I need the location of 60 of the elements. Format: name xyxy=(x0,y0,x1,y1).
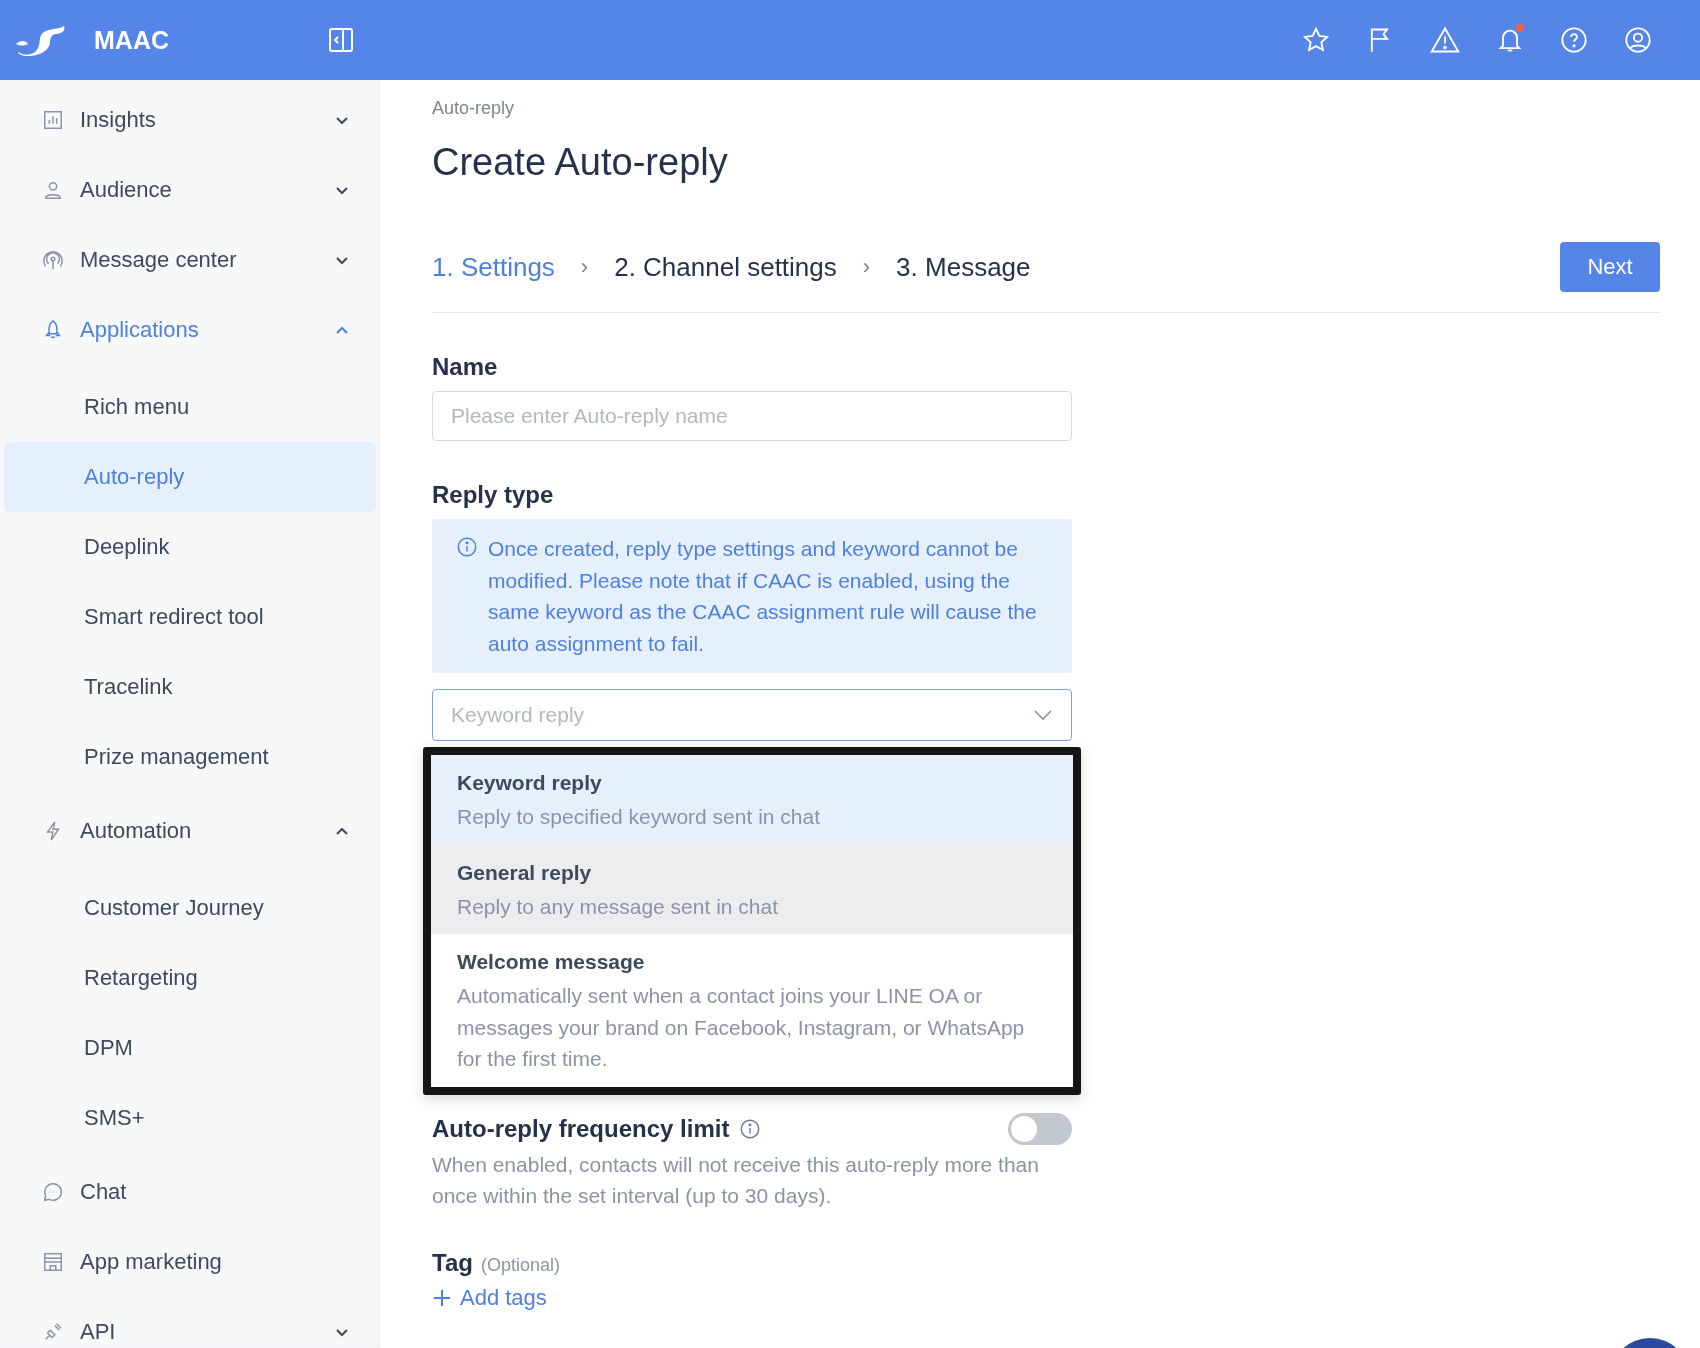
sidebar-item[interactable]: Message center xyxy=(0,225,380,295)
sidebar-subitem[interactable]: Deeplink xyxy=(4,512,376,582)
collapse-sidebar-icon[interactable] xyxy=(328,27,354,53)
optional-hint: (Optional) xyxy=(480,1254,560,1276)
add-tags-link[interactable]: Add tags xyxy=(432,1284,547,1311)
option-title: Welcome message xyxy=(457,950,646,974)
name-input-field[interactable]: Please enter Auto-reply name xyxy=(432,391,1072,441)
sidebar-subitem[interactable]: DPM xyxy=(4,1013,376,1083)
option-description: Reply to any message sent in chat xyxy=(457,893,779,920)
step-tab[interactable]: 1. Settings xyxy=(432,251,555,283)
dropdown-option[interactable]: Keyword reply Reply to specified keyword sent in chat xyxy=(431,755,1073,845)
help-text: When enabled, contacts will not receive this auto-reply more than once within the set interval (up to 30 days). xyxy=(432,1151,1040,1209)
breadcrumb[interactable]: Auto-reply xyxy=(432,98,1660,119)
sidebar-item[interactable]: Applications xyxy=(0,295,380,365)
step-tab[interactable]: 2. Channel settings xyxy=(614,251,837,283)
info-icon xyxy=(456,536,478,558)
sidebar-subitem[interactable]: Tracelink xyxy=(4,652,376,722)
step-separator: › xyxy=(862,254,871,280)
step-separator: › xyxy=(580,254,589,280)
plug-icon xyxy=(42,1321,64,1343)
page-title: Create Auto-reply xyxy=(432,141,729,184)
chart-icon xyxy=(42,109,64,131)
dropdown-option[interactable]: General reply Reply to any message sent in chat xyxy=(431,844,1073,934)
sidebar-subitem[interactable]: Customer Journey xyxy=(4,873,376,943)
option-title: Keyword reply xyxy=(457,771,603,795)
help-icon[interactable] xyxy=(1560,26,1588,54)
chat-bubble-icon xyxy=(42,1181,64,1203)
field-label: Tag xyxy=(432,1248,473,1277)
field-label: Auto-reply frequency limit xyxy=(432,1114,730,1143)
toggle-switch[interactable] xyxy=(1008,1112,1072,1145)
option-description: Automatically sent when a contact joins your LINE OA or messages your brand on Facebook, Instagram, or WhatsApp for the first time. xyxy=(457,983,1026,1072)
option-description: Reply to specified keyword sent in chat xyxy=(457,804,822,830)
dropdown-option[interactable]: Welcome message Automatically sent when a contact joins your LINE OA or messages your brand on Facebook, Instagram, or WhatsApp for the first time. xyxy=(431,934,1073,1087)
account-icon[interactable] xyxy=(1624,26,1652,54)
broadcast-icon xyxy=(42,249,64,271)
store-icon xyxy=(42,1251,64,1273)
sidebar-subitem[interactable]: SMS+ xyxy=(4,1083,376,1153)
sidebar-subitem[interactable]: Prize management xyxy=(4,722,376,792)
caret-icon xyxy=(1033,709,1053,721)
option-title: General reply xyxy=(457,860,593,885)
info-icon[interactable] xyxy=(739,1117,762,1140)
step-tab[interactable]: 3. Message xyxy=(896,251,1031,283)
field-label: Name xyxy=(432,353,499,381)
sidebar-item[interactable]: API xyxy=(0,1297,380,1348)
warning-icon[interactable] xyxy=(1430,26,1460,54)
sidebar-subitem[interactable]: Rich menu xyxy=(4,372,376,442)
sidebar-item[interactable]: Audience xyxy=(0,155,380,225)
sidebar-item[interactable]: Automation xyxy=(0,796,380,866)
sidebar-subitem[interactable]: Smart redirect tool xyxy=(4,582,376,652)
person-icon xyxy=(42,179,64,201)
next-button[interactable]: Next xyxy=(1560,242,1660,292)
sidebar-subitem[interactable]: Retargeting xyxy=(4,943,376,1013)
plus-icon xyxy=(432,1287,452,1308)
field-label: Reply type xyxy=(432,481,555,509)
sidebar-item[interactable]: Insights xyxy=(0,85,380,155)
sidebar-item[interactable]: App marketing xyxy=(0,1227,380,1297)
brand-name: MAAC xyxy=(94,25,169,55)
notice-text: Once created, reply type settings and keyword cannot be modified. Please note that if CAAC is enabled, using the same keyword as the CAAC assignment rule will cause the auto assignment to fail. xyxy=(488,536,1038,657)
star-icon[interactable] xyxy=(1302,26,1330,54)
sidebar-item[interactable]: Chat xyxy=(0,1157,380,1227)
